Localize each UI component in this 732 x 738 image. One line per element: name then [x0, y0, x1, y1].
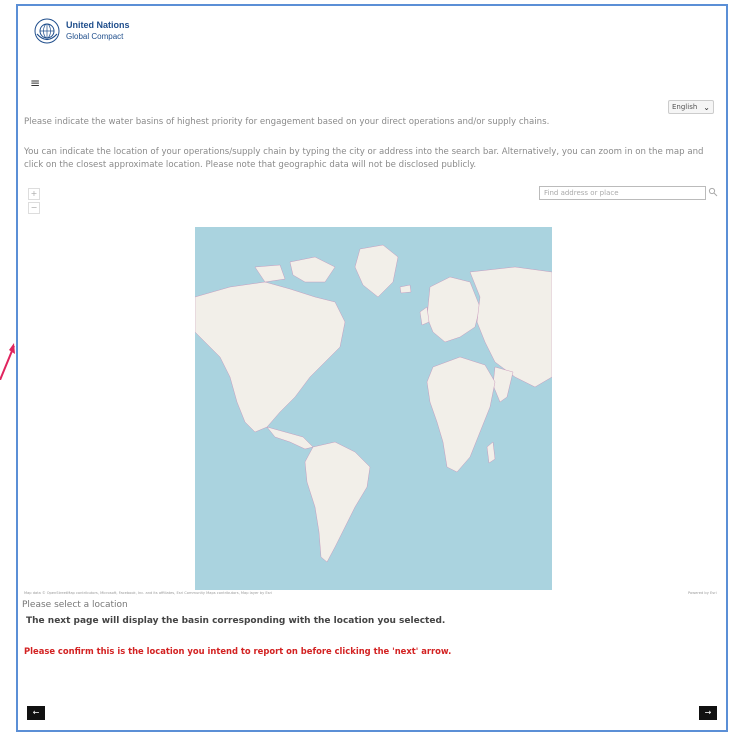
- next-button[interactable]: →: [699, 706, 717, 720]
- instruction-location: You can indicate the location of your op…: [24, 147, 704, 170]
- logo-text: United Nations Global Compact: [66, 20, 130, 42]
- world-map[interactable]: [195, 227, 552, 590]
- powered-by-esri[interactable]: Powered by Esri: [688, 591, 717, 595]
- world-map-tiles[interactable]: [195, 227, 552, 590]
- previous-button[interactable]: ←: [27, 706, 45, 720]
- search-icon[interactable]: [708, 187, 718, 197]
- un-global-compact-logo: United Nations Global Compact: [34, 18, 130, 44]
- address-search-input[interactable]: [539, 186, 706, 200]
- language-selected: English: [672, 103, 698, 111]
- map-attribution: Map data © OpenStreetMap contributors, M…: [24, 591, 272, 595]
- chevron-down-icon: ⌄: [703, 102, 710, 112]
- zoom-in-button[interactable]: +: [28, 188, 40, 200]
- org-name-line2: Global Compact: [66, 32, 124, 41]
- instruction-priority: Please indicate the water basins of high…: [24, 117, 550, 127]
- zoom-out-button[interactable]: −: [28, 202, 40, 214]
- pointer-arrow-icon: [0, 343, 15, 380]
- survey-frame: United Nations Global Compact ≡ English …: [16, 4, 728, 732]
- next-page-info: The next page will display the basin cor…: [26, 616, 446, 626]
- hamburger-menu-icon[interactable]: ≡: [30, 76, 40, 90]
- org-name-line1: United Nations: [66, 20, 130, 30]
- confirm-warning: Please confirm this is the location you …: [24, 646, 452, 656]
- selected-location-status: Please select a location: [22, 600, 128, 610]
- un-emblem-icon: [34, 18, 60, 44]
- language-select[interactable]: English ⌄: [668, 100, 714, 114]
